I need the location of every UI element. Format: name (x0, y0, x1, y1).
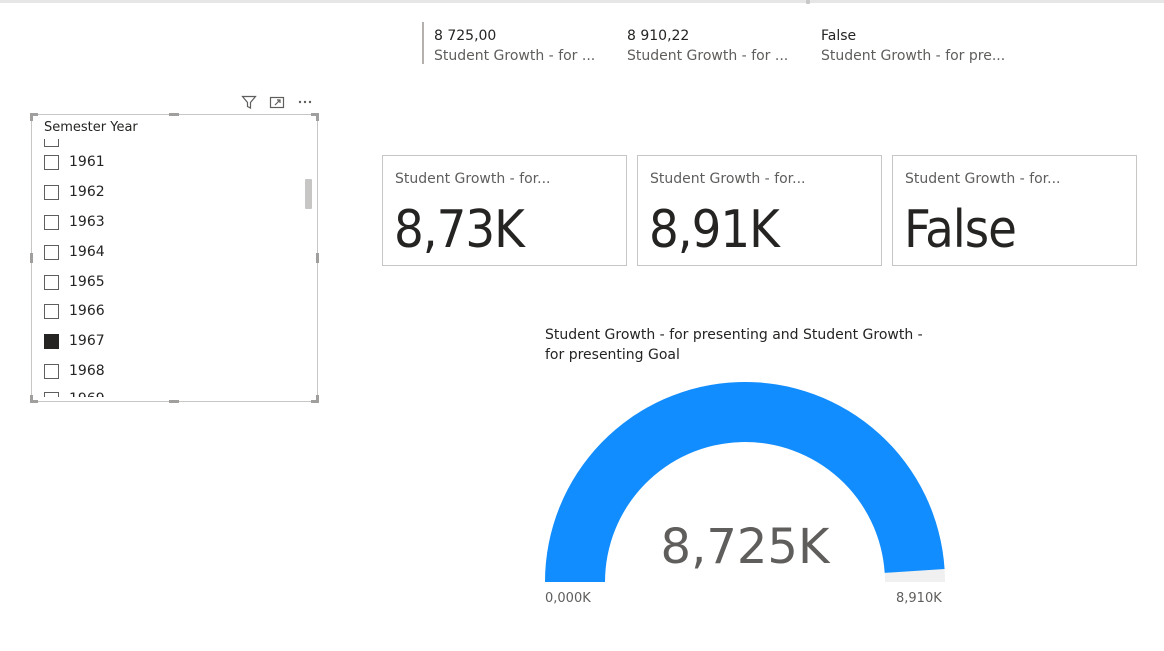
semester-year-slicer[interactable]: Semester Year 1961 1962 1963 1964 1965 1… (30, 113, 319, 403)
multi-row-card-accent-bar (422, 22, 424, 64)
slicer-item-1962[interactable]: 1962 (44, 182, 105, 202)
multi-row-card-label: Student Growth - for pre... (821, 48, 1006, 64)
slicer-item-partial-top[interactable] (44, 139, 69, 149)
resize-handle-bottom[interactable] (169, 400, 179, 403)
gauge-chart[interactable]: 8,725K (540, 378, 950, 588)
slicer-item-label: 1962 (69, 184, 105, 200)
multi-row-card-item[interactable]: False Student Growth - for pre... (821, 26, 1006, 66)
gauge-value-label: 8,725K (661, 519, 831, 575)
resize-corner-bottom-right[interactable] (311, 395, 319, 403)
more-options-icon[interactable] (296, 93, 314, 111)
slicer-item-label: 1963 (69, 214, 105, 230)
resize-corner-top-left[interactable] (30, 113, 38, 121)
multi-row-card-value: 8 725,00 (434, 28, 497, 44)
slicer-item-1963[interactable]: 1963 (44, 212, 105, 232)
card-student-growth[interactable]: Student Growth - for... 8,73K (382, 155, 627, 266)
checkbox[interactable] (44, 154, 59, 170)
card-value: False (904, 200, 1017, 260)
multi-row-card-value: False (821, 28, 857, 44)
top-resize-tick (806, 0, 810, 4)
slicer-item-1961[interactable]: 1961 (44, 152, 105, 172)
checkbox[interactable] (44, 214, 59, 230)
slicer-item-1965[interactable]: 1965 (44, 272, 105, 292)
slicer-list[interactable]: 1961 1962 1963 1964 1965 1966 1967 1968 … (32, 139, 302, 397)
multi-row-card-label: Student Growth - for ... (434, 48, 596, 64)
resize-corner-bottom-left[interactable] (30, 395, 38, 403)
resize-corner-top-right[interactable] (311, 113, 319, 121)
checkbox-checked[interactable] (44, 333, 59, 349)
card-value: 8,91K (649, 200, 780, 260)
multi-row-card-item[interactable]: 8 725,00 Student Growth - for ... (434, 26, 614, 66)
gauge-min-label: 0,000K (545, 591, 591, 606)
card-value: 8,73K (394, 200, 525, 260)
checkbox[interactable] (44, 184, 59, 200)
checkbox[interactable] (44, 274, 59, 290)
slicer-item-1967[interactable]: 1967 (44, 331, 105, 351)
slicer-item-label: 1965 (69, 274, 105, 290)
gauge-max-label: 8,910K (896, 591, 942, 606)
slicer-item-1969[interactable]: 1969 (44, 389, 105, 397)
slicer-item-1966[interactable]: 1966 (44, 301, 105, 321)
multi-row-card-label: Student Growth - for ... (627, 48, 789, 64)
checkbox[interactable] (44, 244, 59, 260)
slicer-item-label: 1967 (69, 333, 105, 349)
resize-handle-top[interactable] (169, 113, 179, 116)
filter-icon[interactable] (240, 93, 258, 111)
slicer-scrollbar[interactable] (305, 179, 312, 209)
slicer-title: Semester Year (44, 120, 138, 135)
card-student-growth-goal[interactable]: Student Growth - for... 8,91K (637, 155, 882, 266)
resize-handle-right[interactable] (316, 253, 319, 263)
card-label: Student Growth - for... (905, 171, 1061, 187)
checkbox[interactable] (44, 139, 59, 147)
checkbox[interactable] (44, 303, 59, 319)
card-label: Student Growth - for... (650, 171, 806, 187)
slicer-item-label: 1969 (69, 391, 105, 397)
multi-row-card-value: 8 910,22 (627, 28, 690, 44)
checkbox[interactable] (44, 391, 59, 397)
card-label: Student Growth - for... (395, 171, 551, 187)
slicer-item-1968[interactable]: 1968 (44, 361, 105, 381)
slicer-item-label: 1964 (69, 244, 105, 260)
slicer-item-label: 1961 (69, 154, 105, 170)
focus-mode-icon[interactable] (268, 93, 286, 111)
slicer-item-label: 1968 (69, 363, 105, 379)
resize-handle-left[interactable] (30, 253, 33, 263)
checkbox[interactable] (44, 363, 59, 379)
gauge-title: Student Growth - for presenting and Stud… (545, 327, 923, 363)
slicer-item-label: 1966 (69, 303, 105, 319)
card-student-growth-flag[interactable]: Student Growth - for... False (892, 155, 1137, 266)
top-border (0, 0, 1164, 3)
slicer-item-1964[interactable]: 1964 (44, 242, 105, 262)
multi-row-card-item[interactable]: 8 910,22 Student Growth - for ... (627, 26, 807, 66)
